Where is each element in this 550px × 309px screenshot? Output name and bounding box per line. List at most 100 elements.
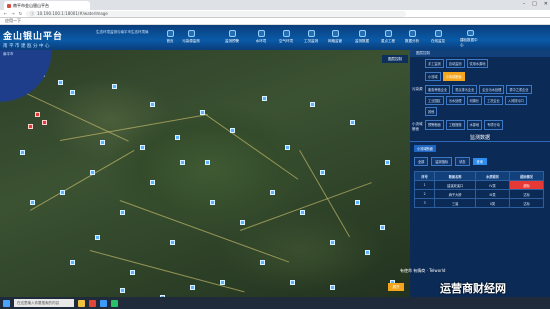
layer-chip[interactable]: 重中之重企业 <box>506 85 532 94</box>
reload-icon[interactable]: ↻ <box>19 11 22 16</box>
layer-chip[interactable]: 其他 <box>425 107 438 116</box>
folder-icon[interactable] <box>78 299 85 307</box>
query-button[interactable]: 查询 <box>472 158 487 165</box>
nav-item-1[interactable]: 污染源监测 <box>181 30 201 48</box>
nav-item-0[interactable]: 首页 <box>160 30 180 48</box>
layer-chip[interactable]: 手工监测 <box>425 59 444 68</box>
app-icon[interactable] <box>100 299 107 307</box>
close-icon[interactable]: ✕ <box>544 1 548 7</box>
url-field[interactable]: ⓘ 10.190.100.1:18001/#/waterImage <box>26 10 407 17</box>
filter-select-2[interactable]: 监测指标 <box>431 157 453 166</box>
nav-item-4[interactable]: 空气环境 <box>276 30 296 48</box>
browser-tab[interactable]: 南平市金山银山平台 <box>4 1 90 10</box>
map-station-marker[interactable] <box>100 140 105 145</box>
forward-icon[interactable]: → <box>11 11 14 16</box>
layer-chip[interactable]: 饮用水源地 <box>466 59 489 68</box>
chat-icon[interactable] <box>111 299 118 307</box>
tab-small-watershed[interactable]: 小流域断面 <box>414 145 436 152</box>
layer-chip[interactable]: 入河排污口 <box>504 96 527 105</box>
map-canvas[interactable] <box>0 50 410 305</box>
map-station-marker[interactable] <box>120 210 125 215</box>
layer-chip[interactable]: 污水处理 <box>445 96 465 105</box>
map-station-marker[interactable] <box>140 145 145 150</box>
map-station-marker[interactable] <box>260 260 265 265</box>
layer-chip[interactable]: 工业园区 <box>425 96 444 105</box>
maximize-icon[interactable]: □ <box>532 1 537 7</box>
layer-chip[interactable]: 畜禽养殖企业 <box>425 85 451 94</box>
map-station-marker[interactable] <box>330 285 335 290</box>
table-row[interactable]: 1 建溪双溪口 IV类 超标 <box>413 180 544 190</box>
table-row[interactable]: 3 三溪 II类 达标 <box>413 198 544 208</box>
nav-item-3[interactable]: 水环境 <box>251 30 271 48</box>
layer-chip[interactable]: 自动监测 <box>445 59 465 68</box>
map-station-marker[interactable] <box>230 128 235 133</box>
layer-chip[interactable]: 预警断面 <box>425 120 444 130</box>
map-station-marker[interactable] <box>170 240 175 245</box>
map-station-marker[interactable] <box>112 84 117 89</box>
map-station-marker[interactable] <box>320 170 325 175</box>
map-station-marker[interactable] <box>350 120 355 125</box>
filter-select-3[interactable]: 状态 <box>455 157 470 166</box>
map-station-marker[interactable] <box>180 160 185 165</box>
browser-icon[interactable] <box>89 299 96 307</box>
layer-chip[interactable]: 专项行动 <box>484 120 503 130</box>
map-station-marker[interactable] <box>385 160 390 165</box>
nav-item-5[interactable]: 工况监测 <box>301 30 321 48</box>
expand-button[interactable]: 展开 <box>388 283 404 291</box>
map-station-marker[interactable] <box>120 288 125 293</box>
map-station-marker[interactable] <box>70 90 75 95</box>
start-icon[interactable] <box>3 299 10 307</box>
nav-item-8[interactable]: 重点工程 <box>378 30 398 48</box>
nav-item-9[interactable]: 数据分析 <box>402 30 422 48</box>
layer-chip[interactable]: 河湖长 <box>466 96 483 105</box>
layer-chip[interactable]: 水源地 <box>466 120 483 130</box>
layer-chip[interactable]: 企业污水处理 <box>479 85 505 94</box>
nav-item-10[interactable]: 在线监控 <box>428 30 448 48</box>
map-station-marker[interactable] <box>285 145 290 150</box>
map-station-marker[interactable] <box>240 220 245 225</box>
bookmark-item[interactable]: 应用一下 <box>5 18 21 24</box>
map-station-marker[interactable] <box>262 96 267 101</box>
layer-chip[interactable]: 工况企业 <box>484 96 503 105</box>
map-station-marker[interactable] <box>150 180 155 185</box>
map-station-marker[interactable] <box>95 235 100 240</box>
map-station-marker[interactable] <box>310 102 315 107</box>
map-station-marker[interactable] <box>205 160 210 165</box>
map-station-marker[interactable] <box>60 190 65 195</box>
minimize-icon[interactable]: – <box>523 1 526 7</box>
map-station-marker[interactable] <box>190 285 195 290</box>
map-station-marker[interactable] <box>150 102 155 107</box>
map-station-marker[interactable] <box>300 210 305 215</box>
nav-item-2[interactable]: 监测预警 <box>222 30 242 48</box>
taskbar-search[interactable]: 在这里输入你要搜索的内容 <box>14 299 74 307</box>
map-station-marker[interactable] <box>210 200 215 205</box>
map-station-marker[interactable] <box>30 200 35 205</box>
table-row[interactable]: 2 麻子大桥 III类 达标 <box>413 189 544 199</box>
map-station-marker[interactable] <box>200 110 205 115</box>
map-station-marker[interactable] <box>70 260 75 265</box>
map-alarm-marker[interactable] <box>35 112 40 117</box>
nav-item-11[interactable]: 建瓯数据中心 <box>460 30 480 48</box>
map-alarm-marker[interactable] <box>42 120 47 125</box>
map-alarm-marker[interactable] <box>28 124 33 129</box>
map-station-marker[interactable] <box>290 280 295 285</box>
map-station-marker[interactable] <box>130 270 135 275</box>
map-station-marker[interactable] <box>175 135 180 140</box>
filter-select-1[interactable]: 全部 <box>414 157 429 166</box>
layer-chip[interactable]: 工程措施 <box>445 120 465 130</box>
map-station-marker[interactable] <box>355 200 360 205</box>
back-icon[interactable]: ← <box>4 11 7 16</box>
map-station-marker[interactable] <box>20 150 25 155</box>
map-station-marker[interactable] <box>380 225 385 230</box>
layer-chip[interactable]: 小流域断面 <box>442 72 465 81</box>
layer-chip[interactable]: 重点排污企业 <box>452 85 478 94</box>
nav-item-6[interactable]: 网格监管 <box>325 30 345 48</box>
map-station-marker[interactable] <box>365 250 370 255</box>
layer-control-button[interactable]: 图层控制 <box>382 55 408 63</box>
layer-chip[interactable]: 小流域 <box>425 72 441 81</box>
map-station-marker[interactable] <box>90 170 95 175</box>
map-station-marker[interactable] <box>270 190 275 195</box>
map-station-marker[interactable] <box>330 240 335 245</box>
nav-item-7[interactable]: 监测数据 <box>352 30 372 48</box>
map-station-marker[interactable] <box>220 280 225 285</box>
